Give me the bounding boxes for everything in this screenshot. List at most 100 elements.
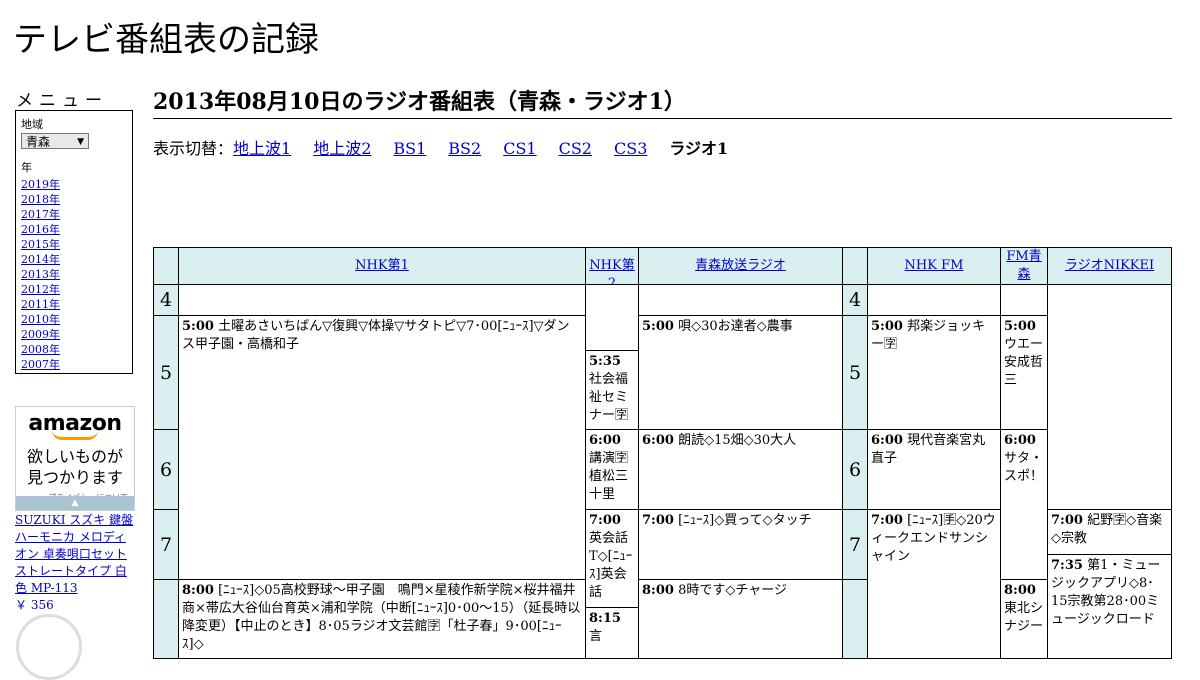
switcher-link-terrestrial2[interactable]: 地上波2 [313,139,371,158]
program-time: 7:35 [1051,558,1083,573]
program-time: 5:00 [871,319,903,334]
program-cell[interactable]: 7:00 [ﾆｭｰｽ]🈐◇20ウィークエンドサンシャイン [867,509,1001,659]
program-time: 7:00 [1051,513,1083,528]
year-link[interactable]: 2016年 [21,222,127,237]
program-time: 6:00 [589,433,621,448]
channel-link-nhk1[interactable]: NHK第1 [355,258,409,273]
year-link[interactable]: 2018年 [21,192,127,207]
channel-header-nhkfm: NHK FM [867,247,1001,285]
program-cell[interactable]: 6:00 朗読◇15畑◇30大人 [638,429,843,510]
year-link[interactable]: 2012年 [21,282,127,297]
program-title: 英会話T◇[ﾆｭｰｽ]英会話 [589,531,633,600]
program-title: 社会福祉セミナー🈑 [589,372,629,423]
year-link[interactable]: 2019年 [21,177,127,192]
program-time: 6:00 [871,433,903,448]
switcher-link-cs2[interactable]: CS2 [559,139,592,158]
switcher-label: 表示切替： [153,139,234,158]
switcher-link-cs3[interactable]: CS3 [614,139,647,158]
program-empty [867,284,1001,316]
switcher-link-bs2[interactable]: BS2 [448,139,481,158]
amazon-logo: amazon [28,411,122,436]
menu-title: メニュー [16,91,108,111]
region-label: 地域 [21,118,43,131]
channel-header-nhk2: NHK第2 [585,247,639,285]
program-cell[interactable]: 7:00 紀野🈑◇音楽◇宗教 [1047,509,1172,555]
program-empty [178,284,586,316]
program-title: 唄◇30お達者◇農事 [678,319,793,334]
year-link[interactable]: 2015年 [21,237,127,252]
channel-link-nhkfm[interactable]: NHK FM [905,258,964,273]
hour-cell: 4 [842,284,868,316]
program-cell[interactable]: 6:00 サタ・スポ！ [1000,429,1048,580]
program-time: 7:00 [589,513,621,528]
program-time: 8:00 [642,583,674,598]
view-switcher: 表示切替：地上波1 地上波2 BS1 BS2 CS1 CS2 CS3 ラジオ1 [153,135,728,159]
switcher-link-terrestrial1[interactable]: 地上波1 [233,139,291,158]
program-title: 朗読◇15畑◇30大人 [678,433,797,448]
product-image[interactable] [16,614,82,680]
program-empty [585,284,639,351]
hour-cell-next [842,579,868,659]
program-cell[interactable]: 5:00 土曜あさいちばん▽復興▽体操▽サタトピ▽7･00[ﾆｭｰｽ]▽ダンス甲… [178,315,586,580]
program-cell[interactable]: 8:00 8時です◇チャージ [638,579,843,659]
switcher-current: ラジオ1 [669,139,729,158]
chevron-down-icon: ▼ [77,137,84,147]
program-cell[interactable]: 6:00 現代音楽宮丸直子 [867,429,1001,510]
switcher-link-bs1[interactable]: BS1 [393,139,426,158]
year-link[interactable]: 2010年 [21,312,127,327]
year-link[interactable]: 2011年 [21,297,127,312]
program-title: 8時です◇チャージ [678,583,787,598]
program-cell[interactable]: 6:00 講演🈑植松三十里 [585,429,639,510]
year-link[interactable]: 2008年 [21,342,127,357]
ad-tagline-line-1: 欲しいものが [26,447,123,466]
hour-cell: 6 [153,429,179,510]
year-link[interactable]: 2017年 [21,207,127,222]
hour-cell: 5 [842,315,868,430]
program-time: 5:35 [589,354,621,369]
hour-cell-next [153,579,179,659]
ad-tagline-line-2: 見つかります [26,468,123,487]
program-cell[interactable]: 8:15 言 [585,607,639,659]
program-cell[interactable]: 7:00 英会話T◇[ﾆｭｰｽ]英会話 [585,509,639,608]
year-link[interactable]: 2014年 [21,252,127,267]
year-link[interactable]: 2009年 [21,327,127,342]
year-label: 年 [21,161,32,174]
program-empty [1047,284,1172,510]
program-cell[interactable]: 8:00 [ﾆｭｰｽ]◇05高校野球〜甲子園 鳴門×星稜作新学院×桜井福井商×帯… [178,579,586,659]
year-link[interactable]: 2007年 [21,357,127,372]
amazon-ad-banner[interactable]: amazon 欲しいものが 見つかります プライバシーについて ▲ [15,406,135,511]
program-cell[interactable]: 5:00 ウエー安成哲三 [1000,315,1048,430]
program-title: ウエー安成哲三 [1004,337,1044,388]
ad-product[interactable]: SUZUKI スズキ 鍵盤ハーモニカ メロディオン 卓奏唄口セット ストレートタ… [15,512,135,614]
program-title: [ﾆｭｰｽ]◇05高校野球〜甲子園 鳴門×星稜作新学院×桜井福井商×帯広大谷仙台… [182,583,581,652]
program-cell[interactable]: 7:35 第1・ミュージックアプリ◇8･15宗教第28･00ミュージックロード [1047,554,1172,659]
ad-tagline: 欲しいものが 見つかります [16,446,134,488]
program-title: 東北シナジー [1004,601,1044,634]
chevron-up-icon[interactable]: ▲ [16,496,134,510]
channel-link-fmaomori[interactable]: FM青森 [1006,249,1041,282]
program-title: [ﾆｭｰｽ]◇買って◇タッチ [678,513,812,528]
program-cell[interactable]: 5:00 邦楽ジョッキー🈑 [867,315,1001,430]
channel-link-rab[interactable]: 青森放送ラジオ [695,258,786,273]
ad-product-link[interactable]: SUZUKI スズキ 鍵盤ハーモニカ メロディオン 卓奏唄口セット ストレートタ… [15,513,133,595]
region-select[interactable]: 青森 ▼ [21,133,89,149]
region-select-value: 青森 [26,135,51,149]
hour-cell: 7 [842,509,868,580]
switcher-link-cs1[interactable]: CS1 [503,139,536,158]
year-link[interactable]: 2013年 [21,267,127,282]
channel-link-nhk2[interactable]: NHK第2 [589,258,634,284]
year-list: 2019年 2018年 2017年 2016年 2015年 2014年 2013… [21,177,127,372]
program-time: 5:00 [642,319,674,334]
program-cell[interactable]: 5:35 社会福祉セミナー🈑 [585,350,639,430]
program-empty [1000,284,1048,316]
program-time: 6:00 [642,433,674,448]
program-time: 8:00 [1004,583,1036,598]
program-time: 7:00 [871,513,903,528]
hour-cell: 6 [842,429,868,510]
program-cell[interactable]: 5:00 唄◇30お達者◇農事 [638,315,843,430]
channel-header-nhk1: NHK第1 [178,247,586,285]
program-time: 8:00 [182,583,214,598]
channel-link-nikkei[interactable]: ラジオNIKKEI [1065,258,1154,273]
program-cell[interactable]: 7:00 [ﾆｭｰｽ]◇買って◇タッチ [638,509,843,580]
program-cell[interactable]: 8:00 東北シナジー [1000,579,1048,659]
